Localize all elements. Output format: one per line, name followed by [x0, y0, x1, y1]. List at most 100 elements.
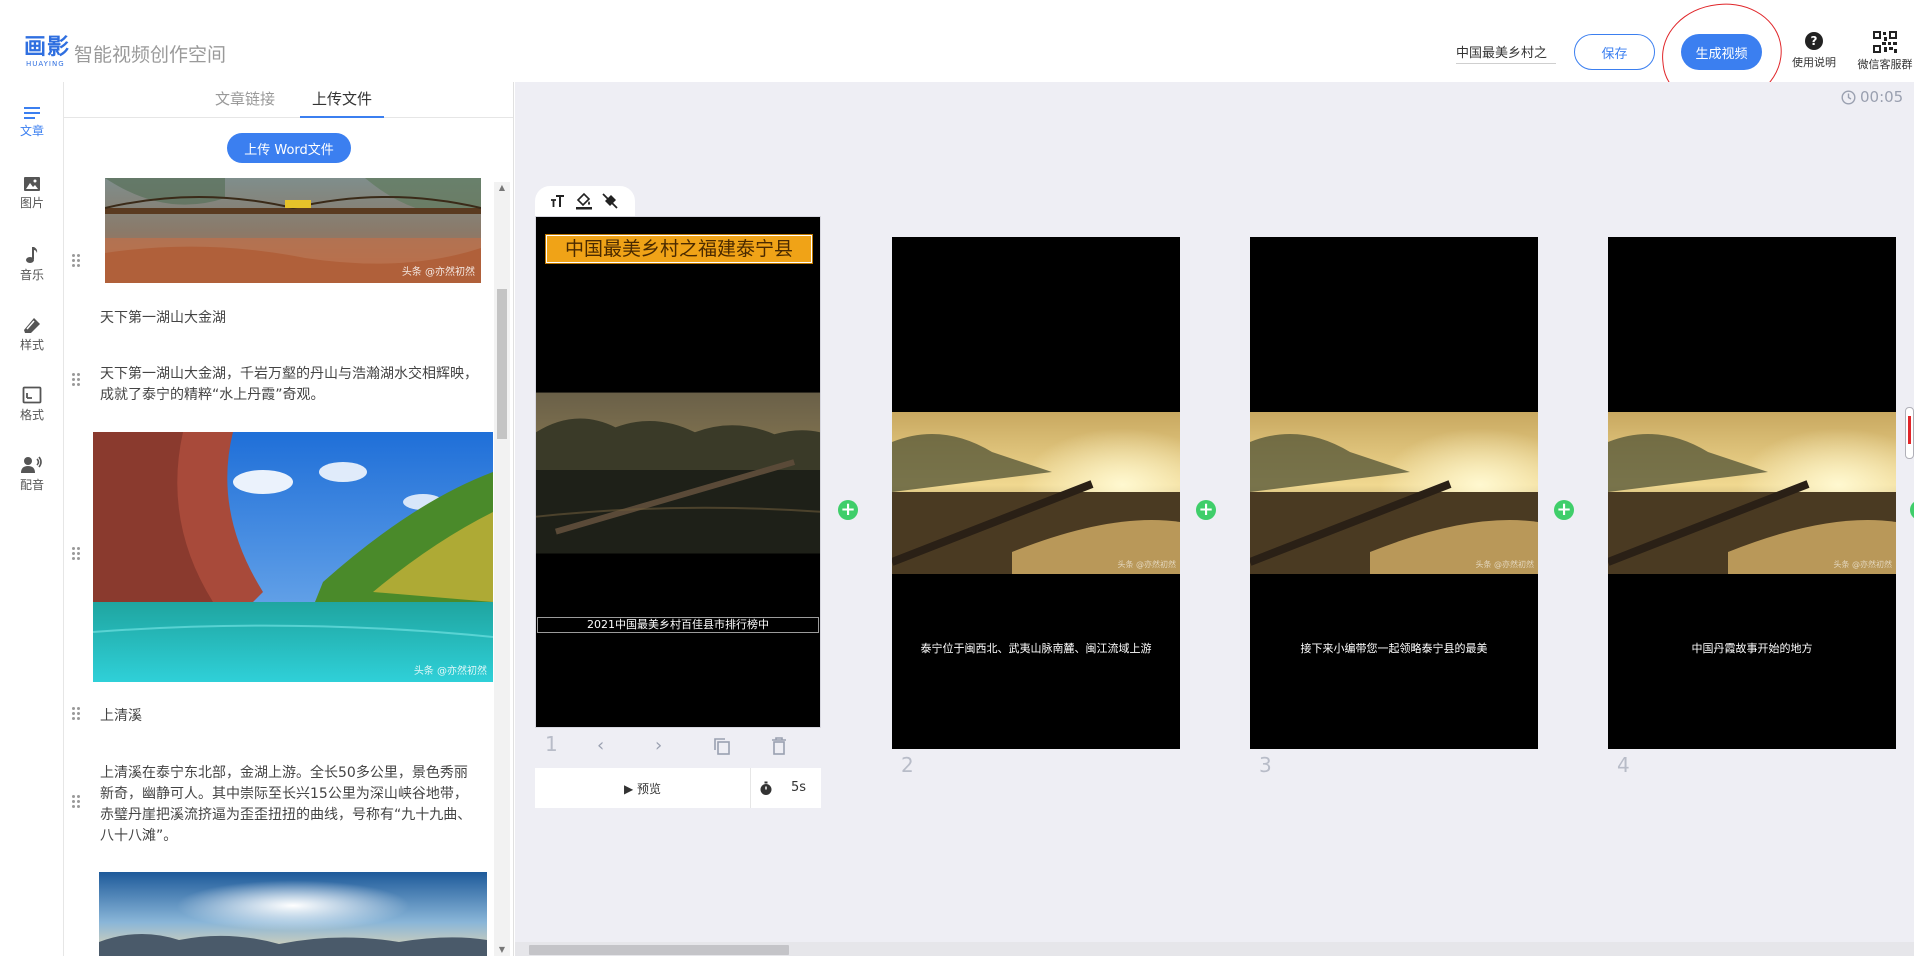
sidebar-item-format[interactable]: 格式: [0, 372, 64, 428]
paragraph-text[interactable]: 上清溪: [100, 706, 470, 727]
frame-caption[interactable]: 泰宁位于闽西北、武夷山脉南麓、闽江流域上游: [892, 640, 1180, 656]
frame-caption[interactable]: 中国丹霞故事开始的地方: [1608, 640, 1896, 656]
help-link[interactable]: ? 使用说明: [1788, 30, 1840, 70]
preview-button[interactable]: ▶ 预览: [535, 768, 751, 808]
panel-scroll-thumb[interactable]: [497, 289, 507, 439]
tab-article-link[interactable]: 文章链接: [215, 88, 275, 118]
add-frame-button[interactable]: +: [838, 500, 858, 520]
sidebar-item-music[interactable]: 音乐: [0, 232, 64, 288]
duplicate-icon[interactable]: [712, 736, 732, 756]
format-icon: [22, 386, 42, 404]
total-duration: 00:05: [1841, 88, 1903, 106]
duration-value: 5s: [791, 780, 807, 795]
frame-watermark: 头条 @亦然初然: [1833, 560, 1892, 569]
frame-number: 1: [545, 732, 558, 756]
canvas-zoom-slider[interactable]: [1905, 407, 1914, 459]
frame-photo: [892, 412, 1180, 574]
paragraph-text[interactable]: 天下第一湖山大金湖，千岩万壑的丹山与浩瀚湖水交相辉映，成就了泰宁的精粹“水上丹霞…: [100, 364, 478, 406]
canvas-scroll-thumb[interactable]: [529, 945, 789, 955]
drag-handle-icon[interactable]: [72, 254, 82, 270]
frame-number: 2: [901, 753, 914, 777]
text-size-icon[interactable]: [549, 192, 567, 210]
sidebar-item-voice[interactable]: 配音: [0, 442, 64, 498]
frame-photo: [536, 392, 820, 554]
move-right-icon[interactable]: ›: [655, 735, 662, 756]
add-frame-button[interactable]: +: [1196, 500, 1216, 520]
voice-icon: [21, 456, 42, 473]
storyboard-frame-3[interactable]: 头条 @亦然初然 接下来小编带您一起领略泰宁县的最美: [1250, 237, 1538, 749]
frame-watermark: 头条 @亦然初然: [1117, 560, 1176, 569]
add-frame-button[interactable]: +: [1554, 500, 1574, 520]
sidebar-item-image[interactable]: 图片: [0, 162, 64, 218]
style-icon: [24, 318, 40, 333]
top-header: 画影 HUAYING 智能视频创作空间 保存 生成视频 ? 使用说明 微信客服群: [0, 0, 1914, 112]
frame-toolbar: [535, 186, 635, 216]
sunrise-photo: [99, 872, 487, 956]
drag-handle-icon[interactable]: [72, 795, 82, 811]
drag-handle-icon[interactable]: [72, 547, 82, 563]
sidebar-item-label: 样式: [19, 338, 44, 352]
clear-format-icon[interactable]: [601, 192, 619, 210]
frame-number: 4: [1617, 753, 1630, 777]
scroll-up-icon[interactable]: ▲: [494, 182, 510, 194]
sidebar-item-label: 音乐: [19, 268, 44, 282]
frame-duration[interactable]: 5s: [753, 768, 821, 808]
article-image[interactable]: 头条 @亦然初然: [105, 178, 481, 283]
help-icon: ?: [1805, 32, 1823, 50]
storyboard-canvas: 00:05 中国最美乡村之福建泰宁县 2021中国最美乡村百佳县市排行榜中 1 …: [515, 82, 1914, 956]
drag-handle-icon[interactable]: [72, 707, 82, 723]
storyboard-frame-4[interactable]: 头条 @亦然初然 中国丹霞故事开始的地方: [1608, 237, 1896, 749]
generate-video-button[interactable]: 生成视频: [1681, 34, 1762, 70]
storyboard-frame-1[interactable]: 中国最美乡村之福建泰宁县 2021中国最美乡村百佳县市排行榜中: [535, 216, 821, 728]
save-button[interactable]: 保存: [1574, 34, 1655, 70]
article-panel: 文章链接 上传文件 上传 Word文件 头条 @亦然初然 天下第一湖山大金湖 天…: [64, 82, 514, 956]
drag-handle-icon[interactable]: [72, 373, 82, 389]
delete-icon[interactable]: [770, 736, 788, 756]
upload-word-button[interactable]: 上传 Word文件: [227, 133, 351, 163]
canvas-horizontal-scrollbar[interactable]: [515, 942, 1914, 956]
app-logo[interactable]: 画影 HUAYING: [24, 35, 71, 69]
article-image[interactable]: [99, 872, 487, 956]
sidebar-item-style[interactable]: 样式: [0, 302, 64, 358]
move-left-icon[interactable]: ‹: [597, 735, 604, 756]
qr-code-icon: [1872, 30, 1898, 54]
frame-caption[interactable]: 2021中国最美乡村百佳县市排行榜中: [537, 617, 819, 633]
music-icon: [26, 247, 38, 263]
sidebar-item-label: 文章: [19, 124, 44, 138]
panel-scrollbar[interactable]: ▲ ▼: [494, 182, 510, 956]
timer-value: 00:05: [1860, 88, 1904, 106]
frame-caption[interactable]: 接下来小编带您一起领略泰宁县的最美: [1250, 640, 1538, 656]
scroll-down-icon[interactable]: ▼: [494, 944, 510, 956]
frame-watermark: 头条 @亦然初然: [1475, 560, 1534, 569]
article-image[interactable]: 头条 @亦然初然: [93, 432, 493, 682]
frame-number: 3: [1259, 753, 1272, 777]
frame-preview-bar: ▶ 预览 5s: [535, 768, 821, 808]
paragraph-text[interactable]: 天下第一湖山大金湖: [100, 308, 470, 329]
sidebar-item-label: 配音: [19, 478, 44, 492]
left-sidebar: 文章 图片 音乐 样式 格式 配音: [0, 82, 64, 956]
preview-label: 预览: [637, 781, 662, 796]
image-watermark: 头条 @亦然初然: [401, 267, 475, 278]
sidebar-item-article[interactable]: 文章: [0, 92, 64, 148]
logo-text: 画影: [24, 35, 71, 60]
wechat-label: 微信客服群: [1857, 58, 1913, 71]
tab-upload-file[interactable]: 上传文件: [300, 88, 384, 118]
clock-icon: [1841, 90, 1856, 105]
app-title: 智能视频创作空间: [74, 44, 227, 66]
add-frame-button[interactable]: +: [1910, 500, 1914, 520]
gorge-photo: [93, 432, 493, 682]
paragraph-text[interactable]: 上清溪在泰宁东北部，金湖上游。全长50多公里，景色秀丽新奇，幽静可人。其中崇际至…: [100, 763, 478, 847]
frame-title-text[interactable]: 中国最美乡村之福建泰宁县: [545, 234, 813, 264]
image-watermark: 头条 @亦然初然: [413, 666, 487, 677]
frame-photo: [1608, 412, 1896, 574]
image-icon: [24, 177, 40, 191]
storyboard-frame-2[interactable]: 头条 @亦然初然 泰宁位于闽西北、武夷山脉南麓、闽江流域上游: [892, 237, 1180, 749]
frame-photo: [1250, 412, 1538, 574]
panel-tabs: 文章链接 上传文件: [64, 82, 513, 118]
help-label: 使用说明: [1792, 56, 1836, 69]
sidebar-item-label: 图片: [19, 196, 44, 210]
fill-color-icon[interactable]: [575, 192, 593, 210]
stopwatch-icon: [760, 781, 772, 795]
wechat-group-link[interactable]: 微信客服群: [1852, 30, 1914, 72]
video-title-input[interactable]: [1456, 40, 1556, 64]
